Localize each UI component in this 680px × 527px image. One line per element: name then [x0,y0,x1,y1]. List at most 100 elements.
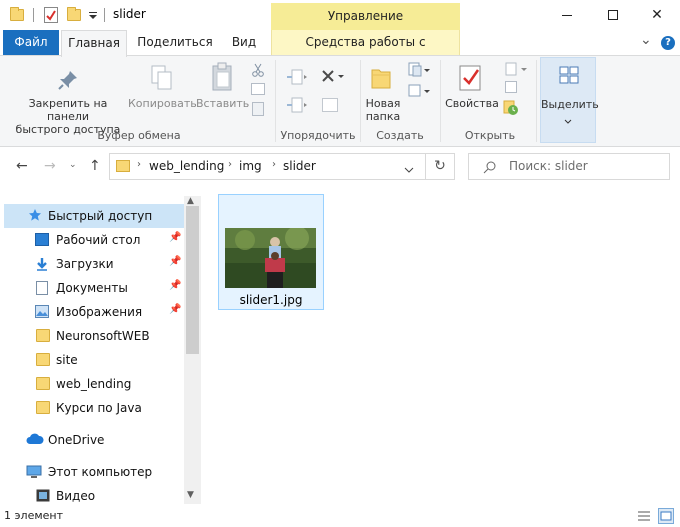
paste-shortcut-icon[interactable] [252,102,264,116]
address-dropdown-icon[interactable] [404,163,414,173]
nav-item-label: web_lending [56,377,132,391]
new-folder-line1: Новая [365,97,401,110]
select-button[interactable]: Выделить [540,57,599,143]
tab-share[interactable]: Поделиться [136,30,214,56]
breadcrumb-item[interactable]: web_lending [149,159,224,173]
address-folder-icon [116,160,130,172]
title-bar: slider Управление ✕ [0,0,680,30]
image-thumbnail [225,228,316,288]
copy-to-icon[interactable] [286,96,308,114]
scroll-thumb[interactable] [186,206,199,354]
help-icon[interactable]: ? [661,36,675,50]
star-icon [28,208,42,221]
copy-button[interactable]: Копировать [128,97,197,110]
nav-item-folder[interactable]: site [4,348,184,372]
breadcrumb-item[interactable]: img [239,159,262,173]
breadcrumb-separator-icon: › [137,159,141,170]
pin-icon[interactable]: 📌 [169,304,181,315]
window-title: slider [113,7,146,21]
copy-path-icon[interactable] [251,83,265,95]
maximize-button[interactable] [590,0,636,30]
new-folder-button[interactable]: Новая папка [362,97,404,123]
folder-icon [10,7,24,21]
nav-item-pictures[interactable]: Изображения 📌 [4,300,184,324]
new-item-icon[interactable] [408,62,432,78]
close-button[interactable]: ✕ [634,0,680,30]
easy-access-icon[interactable] [408,83,432,99]
pin-icon[interactable]: 📌 [169,256,181,267]
pin-icon[interactable]: 📌 [169,280,181,291]
new-folder-line2: папка [365,110,401,123]
folder-icon [36,353,50,366]
nav-item-folder[interactable]: NeuronsoftWEB [4,324,184,348]
organize-group-label: Упорядочить [280,129,356,142]
nav-item-label: Быстрый доступ [48,209,153,223]
title-separator [104,8,105,22]
nav-item-desktop[interactable]: Рабочий стол 📌 [4,228,184,252]
ribbon-collapse-icon[interactable]: ⌄ [640,32,652,48]
properties-button[interactable]: Свойства [444,97,500,110]
nav-item-folder[interactable]: Курси по Java [4,396,184,420]
scroll-up-icon[interactable]: ▲ [187,196,194,206]
large-icons-view-icon[interactable] [658,508,674,524]
video-icon [36,489,50,502]
refresh-button[interactable]: ↻ [426,153,455,180]
breadcrumb-separator-icon: › [272,159,276,170]
item-count: 1 элемент [4,509,63,522]
nav-item-quick-access[interactable]: Быстрый доступ [4,204,184,228]
document-icon [36,281,48,295]
move-to-icon[interactable] [286,68,308,86]
ribbon: Закрепить на панели быстрого доступа Коп… [0,55,680,147]
close-icon: ✕ [651,7,663,23]
cut-icon[interactable] [251,63,265,77]
history-icon[interactable] [503,100,519,116]
nav-item-folder[interactable]: web_lending [4,372,184,396]
details-view-icon[interactable] [636,508,652,524]
edit-icon[interactable] [505,81,517,93]
nav-item-this-pc[interactable]: Этот компьютер [4,460,184,484]
select-icon [559,66,579,84]
minimize-button[interactable] [544,0,590,30]
group-separator [360,60,361,142]
paste-icon[interactable] [210,62,234,92]
new-folder-large-icon[interactable] [370,66,392,90]
group-separator [275,60,276,142]
paste-button[interactable]: Вставить [196,97,249,110]
nav-item-label: Этот компьютер [48,465,153,479]
new-folder-icon[interactable] [67,7,81,21]
tab-file[interactable]: Файл [3,30,59,56]
copy-icon[interactable] [150,64,174,92]
search-box[interactable]: Поиск: slider [468,153,670,180]
file-item[interactable]: slider1.jpg [218,194,324,310]
file-name: slider1.jpg [239,293,303,307]
tab-view[interactable]: Вид [224,30,264,56]
nav-item-label: Загрузки [56,257,114,271]
pictures-icon [35,305,49,318]
pin-icon[interactable]: 📌 [169,232,181,243]
nav-item-label: Видео [56,489,96,503]
up-icon[interactable]: ↑ [89,158,101,174]
cloud-icon [26,433,44,446]
forward-icon[interactable]: → [44,158,56,174]
address-bar[interactable]: › web_lending › img › slider [109,153,426,180]
nav-item-downloads[interactable]: Загрузки 📌 [4,252,184,276]
pin-icon[interactable] [56,68,80,92]
breadcrumb-item[interactable]: slider [283,159,316,173]
tab-picture-tools[interactable]: Средства работы с рисунками [271,30,460,73]
navigation-pane: Быстрый доступ Рабочий стол 📌 Загрузки 📌… [0,196,201,504]
ribbon-tabs: Файл Главная Поделиться Вид Средства раб… [0,30,680,73]
recent-locations-icon[interactable]: ⌄ [69,160,77,170]
nav-item-onedrive[interactable]: OneDrive [4,428,184,452]
open-icon[interactable] [505,62,529,76]
properties-check-icon[interactable] [44,7,58,23]
rename-icon[interactable] [322,98,338,112]
group-separator [536,60,537,142]
qat-dropdown-icon[interactable] [88,7,98,23]
scroll-down-icon[interactable]: ▼ [187,490,194,500]
back-icon[interactable]: ← [16,158,28,174]
properties-icon[interactable] [458,64,484,92]
tab-home[interactable]: Главная [61,30,127,57]
delete-icon[interactable] [320,68,346,84]
nav-item-documents[interactable]: Документы 📌 [4,276,184,300]
nav-scrollbar[interactable]: ▲ ▼ [184,196,201,504]
